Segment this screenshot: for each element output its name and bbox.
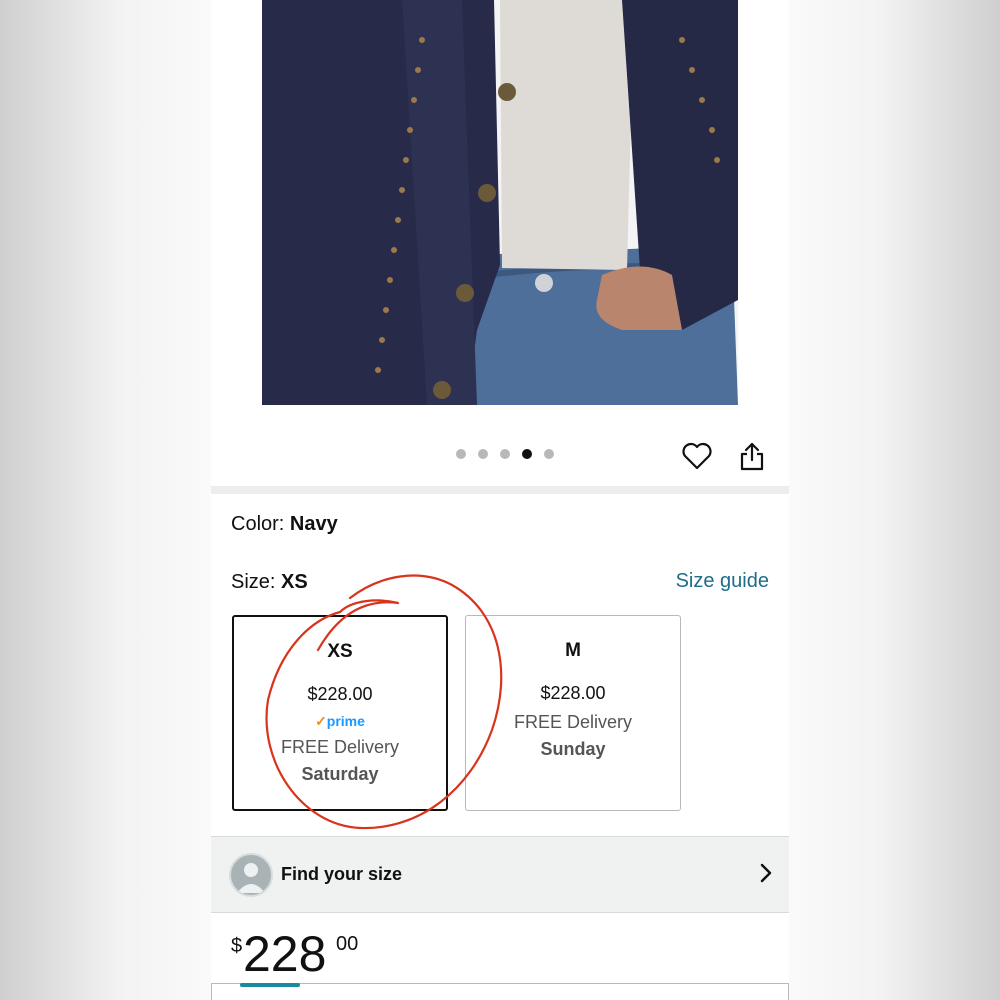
size-option-delivery: FREE Delivery	[513, 712, 633, 732]
size-option-size: M	[565, 640, 581, 661]
prime-badge: ✓prime	[234, 713, 446, 731]
prime-badge-label: prime	[326, 713, 365, 729]
size-option-delivery: FREE Delivery	[280, 737, 400, 757]
heart-icon[interactable]	[679, 438, 715, 474]
accent-bar	[240, 983, 300, 987]
bottom-card	[211, 983, 789, 1000]
share-icon[interactable]	[734, 438, 770, 474]
avatar-icon	[229, 853, 273, 897]
price-whole: 228	[243, 926, 327, 982]
size-option-day: Saturday	[301, 764, 379, 784]
chevron-right-icon	[759, 861, 773, 890]
color-value: Navy	[289, 513, 338, 535]
size-option-xs[interactable]: XS $228.00 ✓prime FREE Delivery Saturday	[232, 615, 448, 811]
carousel-dot[interactable]	[456, 449, 466, 459]
color-row: Color: Navy	[231, 513, 338, 536]
color-label: Color:	[231, 513, 285, 535]
carousel-dot[interactable]	[478, 449, 488, 459]
find-your-size-row[interactable]: Find your size	[211, 836, 789, 913]
product-page: Color: Navy Size: XS Size guide XS $228.…	[211, 0, 789, 1000]
size-option-size: XS	[327, 641, 353, 662]
size-label: Size:	[231, 571, 276, 593]
section-divider	[211, 486, 789, 494]
product-image[interactable]	[262, 0, 738, 405]
prime-check-icon: ✓	[315, 713, 327, 729]
find-your-size-label: Find your size	[281, 864, 403, 884]
size-option-price: $228.00	[307, 684, 373, 704]
size-option-m[interactable]: M $228.00 FREE Delivery Sunday	[465, 615, 681, 811]
carousel-dot-active[interactable]	[522, 449, 532, 459]
size-value: XS	[281, 571, 308, 593]
price-fraction: 00	[336, 933, 359, 955]
carousel-dot[interactable]	[500, 449, 510, 459]
price-currency: $	[231, 935, 243, 957]
size-row: Size: XS	[231, 571, 308, 594]
size-guide-link[interactable]: Size guide	[676, 570, 769, 593]
carousel-dot[interactable]	[544, 449, 554, 459]
size-option-price: $228.00	[540, 683, 606, 703]
size-option-day: Sunday	[540, 739, 606, 759]
